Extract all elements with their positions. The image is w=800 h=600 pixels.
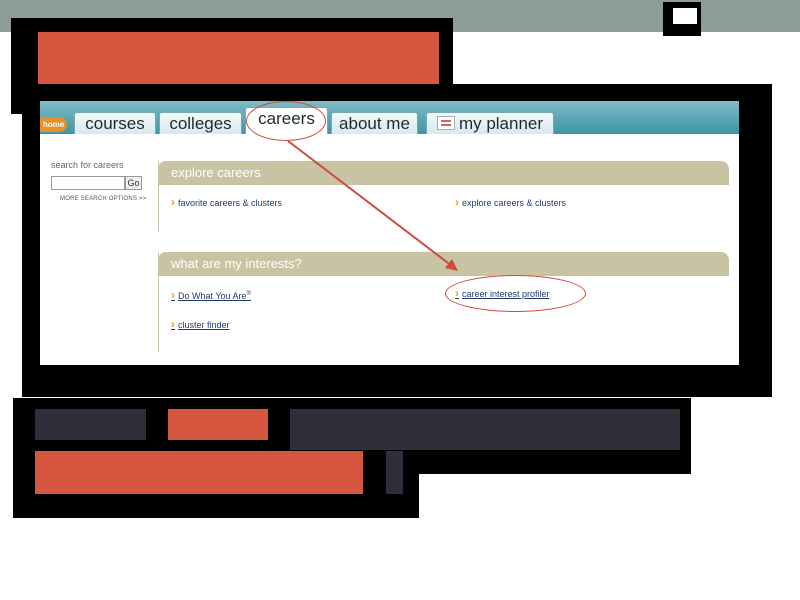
placeholder-block-dark-1 xyxy=(35,409,146,440)
placeholder-block-red-2 xyxy=(35,451,363,494)
placeholder-block-red-1 xyxy=(168,409,268,440)
placeholder-block-dark-2 xyxy=(290,409,680,450)
arrow-line xyxy=(287,140,453,267)
arrow-head-icon xyxy=(445,259,458,271)
placeholder-block-dark-3 xyxy=(386,451,403,494)
